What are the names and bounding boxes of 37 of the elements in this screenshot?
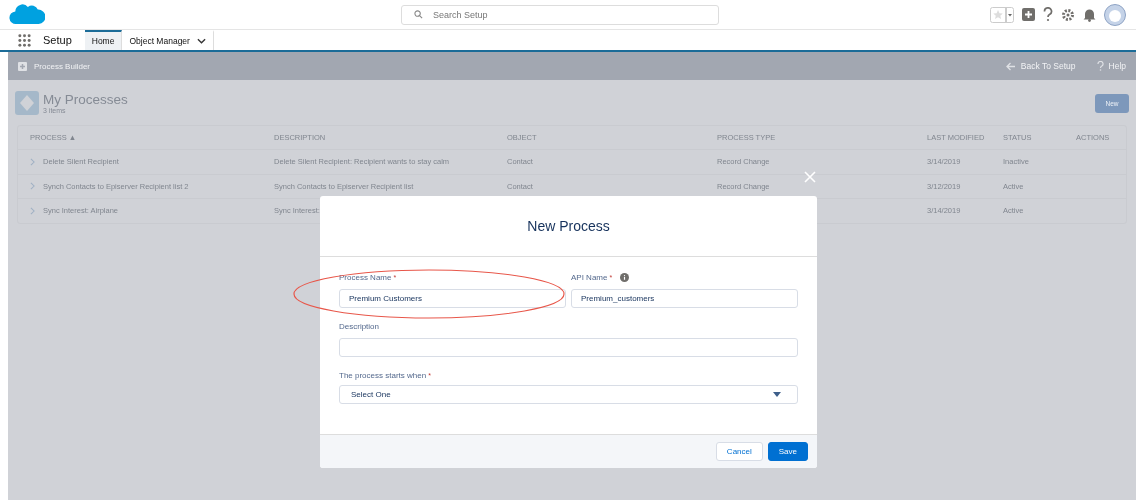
search-field[interactable]: Search Setup (401, 5, 719, 25)
chevron-right-icon[interactable] (30, 182, 35, 191)
builder-title: Process Builder (34, 61, 91, 71)
input-field[interactable]: Premium Customers (339, 289, 566, 308)
avatar[interactable] (1104, 3, 1126, 26)
chevron-right-icon[interactable] (30, 157, 35, 166)
input-field[interactable] (339, 338, 798, 357)
save-button[interactable]: Save (767, 442, 808, 461)
plus-square-icon (18, 61, 27, 71)
nav-tab[interactable]: Home (84, 30, 123, 50)
close-icon[interactable] (804, 171, 816, 183)
info-icon (620, 272, 630, 282)
help-link[interactable]: Help (1096, 61, 1126, 71)
field-label: Process Name (339, 272, 392, 282)
bell-icon[interactable] (1083, 7, 1096, 22)
cancel-button[interactable]: Cancel (715, 442, 763, 461)
settings-icon[interactable] (1061, 7, 1075, 22)
question-icon (1096, 61, 1104, 71)
arrow-left-icon (1005, 61, 1016, 71)
star-dropdown-icon[interactable] (990, 6, 1014, 23)
help-icon[interactable] (1043, 7, 1053, 22)
back-link[interactable]: Back To Setup (1005, 61, 1076, 71)
modal-title: New Process (527, 218, 610, 234)
field-label: The process starts when (339, 370, 427, 380)
app-launcher-icon[interactable] (18, 34, 31, 47)
caret-icon (773, 392, 781, 397)
chevron-right-icon[interactable] (30, 206, 35, 215)
process-icon (15, 91, 39, 115)
field-label: API Name (571, 272, 608, 282)
search-icon (414, 10, 423, 19)
input-field[interactable]: Premium_customers (571, 289, 798, 308)
page-title: My Processes (43, 92, 128, 107)
field-label: Description (339, 321, 379, 331)
app-name: Setup (43, 34, 72, 46)
select-dropdown[interactable]: Select One (339, 385, 798, 404)
add-icon[interactable] (1022, 8, 1035, 21)
chevron-down-icon (196, 38, 206, 44)
